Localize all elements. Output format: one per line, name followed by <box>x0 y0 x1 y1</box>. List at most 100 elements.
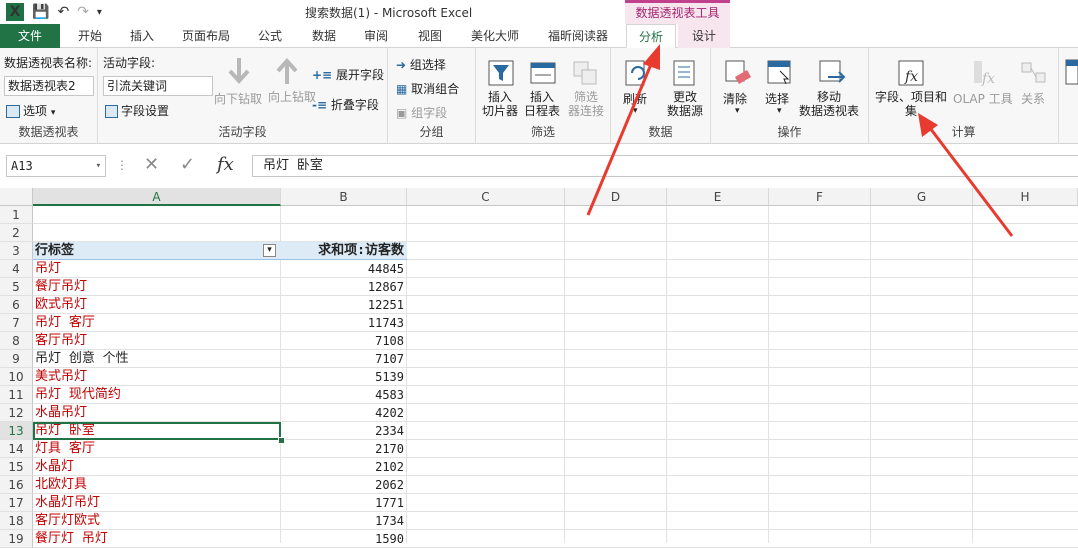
column-header-h[interactable]: H <box>973 188 1078 206</box>
clear-dropdown-icon[interactable]: ▾ <box>735 106 740 116</box>
fields-items-sets-icon[interactable]: fx <box>897 58 927 88</box>
pivot-row-value[interactable]: 44845 <box>281 260 404 278</box>
pivot-row-value[interactable]: 4202 <box>281 404 404 422</box>
row-header[interactable]: 11 <box>0 386 33 404</box>
insert-function-icon[interactable]: fx <box>217 154 234 175</box>
row-header[interactable]: 13 <box>0 422 33 440</box>
row-header[interactable]: 19 <box>0 530 33 548</box>
tab-design[interactable]: 设计 <box>678 24 730 48</box>
pivot-row-value[interactable]: 11743 <box>281 314 404 332</box>
row-header[interactable]: 17 <box>0 494 33 512</box>
refresh-icon[interactable] <box>621 58 651 88</box>
row-header[interactable]: 10 <box>0 368 33 386</box>
pivot-row-label[interactable]: 吊灯 创意 个性 <box>35 350 129 368</box>
save-icon[interactable]: 💾 <box>32 4 49 20</box>
tab-foxit[interactable]: 福昕阅读器 <box>540 24 616 48</box>
pivot-row-label[interactable]: 吊灯 客厅 <box>35 314 95 332</box>
filter-dropdown-icon[interactable]: ▾ <box>263 244 276 257</box>
column-header-d[interactable]: D <box>565 188 667 206</box>
slicer-icon[interactable] <box>486 58 516 88</box>
move-pivot-label[interactable]: 移动 数据透视表 <box>799 90 859 118</box>
pivot-row-label[interactable]: 客厅吊灯 <box>35 332 87 350</box>
pivot-sum-header[interactable]: 求和项:访客数 <box>281 242 404 260</box>
drill-up-label[interactable]: 向上钻取 <box>268 90 316 104</box>
pivot-row-label[interactable]: 水晶灯 <box>35 458 74 476</box>
row-header[interactable]: 18 <box>0 512 33 530</box>
filter-connections-icon[interactable] <box>570 58 600 88</box>
pivot-row-value[interactable]: 2334 <box>281 422 404 440</box>
tab-view[interactable]: 视图 <box>410 24 450 48</box>
change-source-icon[interactable] <box>669 58 699 88</box>
field-settings-button[interactable]: 字段设置 <box>105 102 169 119</box>
pivot-row-value[interactable]: 1590 <box>281 530 404 548</box>
row-header[interactable]: 5 <box>0 278 33 296</box>
row-header[interactable]: 6 <box>0 296 33 314</box>
show-group-icon[interactable] <box>1062 58 1078 88</box>
tab-insert[interactable]: 插入 <box>122 24 162 48</box>
row-header[interactable]: 7 <box>0 314 33 332</box>
enter-icon[interactable]: ✓ <box>180 154 195 175</box>
pivot-row-value[interactable]: 12251 <box>281 296 404 314</box>
fields-items-sets-label[interactable]: 字段、项目和 集 <box>875 90 947 118</box>
tab-page-layout[interactable]: 页面布局 <box>176 24 236 48</box>
pivot-row-label[interactable]: 吊灯 现代简约 <box>35 386 121 404</box>
timeline-icon[interactable] <box>528 58 558 88</box>
row-header[interactable]: 8 <box>0 332 33 350</box>
ungroup-button[interactable]: ▦ 取消组合 <box>396 80 459 97</box>
drill-up-icon[interactable] <box>272 56 302 86</box>
olap-tools-icon[interactable]: fx <box>969 58 999 88</box>
row-header[interactable]: 4 <box>0 260 33 278</box>
customize-qat-icon[interactable]: ▾ <box>97 7 102 18</box>
column-header-a[interactable]: A <box>33 188 281 206</box>
row-header[interactable]: 14 <box>0 440 33 458</box>
move-pivot-icon[interactable] <box>817 58 847 88</box>
pivot-row-label[interactable]: 灯具 客厅 <box>35 440 95 458</box>
pivot-row-label[interactable]: 美式吊灯 <box>35 368 87 386</box>
active-field-input[interactable]: 引流关键词 <box>103 76 213 96</box>
tab-file[interactable]: 文件 <box>0 24 60 48</box>
row-header[interactable]: 3 <box>0 242 33 260</box>
pivot-row-value[interactable]: 1771 <box>281 494 404 512</box>
pivot-row-value[interactable]: 4583 <box>281 386 404 404</box>
name-box[interactable]: A13 ▾ <box>6 155 106 177</box>
clear-label[interactable]: 清除 <box>723 90 747 107</box>
select-all-corner[interactable] <box>0 188 33 206</box>
pivot-row-value[interactable]: 7107 <box>281 350 404 368</box>
column-header-e[interactable]: E <box>667 188 769 206</box>
column-header-f[interactable]: F <box>769 188 871 206</box>
pivot-row-value[interactable]: 5139 <box>281 368 404 386</box>
row-header[interactable]: 16 <box>0 476 33 494</box>
row-header[interactable]: 2 <box>0 224 33 242</box>
expand-field-button[interactable]: +≡ 展开字段 <box>312 66 384 83</box>
drill-down-icon[interactable] <box>224 56 254 86</box>
pivot-row-value[interactable]: 7108 <box>281 332 404 350</box>
pivot-row-label[interactable]: 北欧灯具 <box>35 476 87 494</box>
column-header-c[interactable]: C <box>407 188 565 206</box>
select-label[interactable]: 选择 <box>765 90 789 107</box>
collapse-field-button[interactable]: -≡ 折叠字段 <box>312 96 379 113</box>
pivot-row-value[interactable]: 12867 <box>281 278 404 296</box>
select-dropdown-icon[interactable]: ▾ <box>777 106 782 116</box>
pivot-row-label[interactable]: 吊灯 <box>35 260 61 278</box>
fill-handle[interactable] <box>278 437 285 444</box>
clear-icon[interactable] <box>723 58 753 88</box>
selected-cell-a13[interactable] <box>33 422 281 440</box>
relationships-icon[interactable] <box>1019 58 1049 88</box>
tab-analyze[interactable]: 分析 <box>626 24 676 48</box>
tab-data[interactable]: 数据 <box>304 24 344 48</box>
row-header[interactable]: 15 <box>0 458 33 476</box>
pivot-row-value[interactable]: 1734 <box>281 512 404 530</box>
pivot-row-label[interactable]: 欧式吊灯 <box>35 296 87 314</box>
redo-icon[interactable]: ↷ <box>77 4 89 20</box>
pivot-row-label[interactable]: 水晶吊灯 <box>35 404 87 422</box>
column-header-b[interactable]: B <box>281 188 407 206</box>
refresh-dropdown-icon[interactable]: ▾ <box>633 106 638 116</box>
group-selection-button[interactable]: ➜ 组选择 <box>396 56 446 73</box>
pivot-row-label[interactable]: 水晶灯吊灯 <box>35 494 100 512</box>
pivot-row-value[interactable]: 2170 <box>281 440 404 458</box>
change-source-label[interactable]: 更改 数据源 <box>667 90 703 118</box>
relationships-label[interactable]: 关系 <box>1021 90 1045 107</box>
pivot-options-button[interactable]: 选项 ▾ <box>6 102 55 119</box>
cancel-icon[interactable]: ✕ <box>144 154 159 175</box>
tab-home[interactable]: 开始 <box>70 24 110 48</box>
